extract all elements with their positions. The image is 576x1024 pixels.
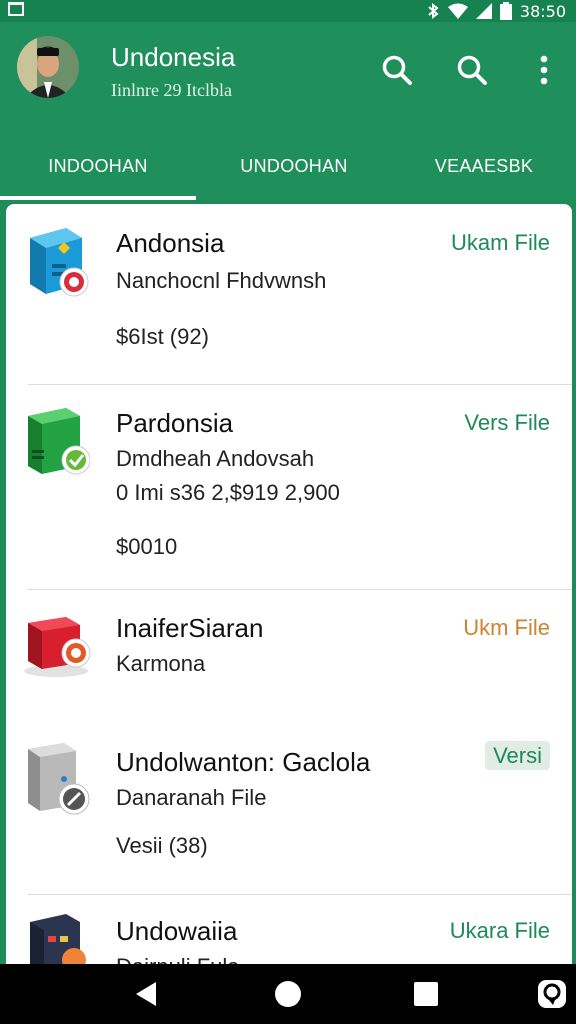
navigation-bar <box>0 964 576 1024</box>
avatar[interactable] <box>17 36 79 98</box>
status-icons: 38:50 <box>426 0 566 22</box>
tab-indoohan[interactable]: INDOOHAN <box>0 132 196 200</box>
list-item[interactable]: InaiferSiaran Karmona Ukm File <box>6 589 572 739</box>
tab-bar: INDOOHAN UNDOOHAN VEAAESBK <box>0 132 576 200</box>
item-meta: $0010 <box>116 534 178 559</box>
list-item[interactable]: Pardonsia Dmdheah Andovsah 0 Imi s36 2,$… <box>6 384 572 589</box>
item-subtitle: Karmona <box>116 651 206 676</box>
item-action-button[interactable]: Ukm File <box>463 615 550 641</box>
tab-veaaesbk[interactable]: VEAAESBK <box>392 132 576 200</box>
item-subtitle: Dmdheah Andovsah <box>116 446 315 471</box>
assistant-button[interactable] <box>536 978 568 1010</box>
gallery-icon <box>8 2 24 16</box>
green-box-app-icon <box>28 408 90 475</box>
item-title: Pardonsia <box>116 408 234 438</box>
avatar-person-icon <box>17 36 79 98</box>
wifi-icon <box>447 3 468 19</box>
divider <box>28 589 572 590</box>
bluetooth-icon <box>428 3 439 19</box>
search-button[interactable] <box>377 50 417 90</box>
recents-button[interactable] <box>410 978 442 1010</box>
app-subtitle: Iinlnre 29 Itclbla <box>111 80 232 100</box>
gray-device-app-icon <box>28 743 90 815</box>
home-button[interactable] <box>272 978 304 1010</box>
home-icon <box>275 981 301 1007</box>
list-item[interactable]: Undowaiia Dairnuli Fula Ukara File <box>6 894 572 964</box>
dark-box-app-icon <box>30 914 86 964</box>
status-bar: 38:50 <box>0 0 576 22</box>
item-action-button[interactable]: Ukara File <box>450 918 550 944</box>
red-box-app-icon <box>24 617 91 677</box>
recents-icon <box>414 982 438 1006</box>
item-action-button[interactable]: Ukam File <box>451 230 550 256</box>
app-bar: Undonesia Iinlnre 29 Itclbla <box>0 22 576 132</box>
item-title: Andonsia <box>116 228 225 258</box>
list-item[interactable]: Andonsia Nanchocnl Fhdvwnsh $6Ist (92) U… <box>6 204 572 384</box>
divider <box>28 384 572 385</box>
battery-icon <box>499 2 512 20</box>
search-button-secondary[interactable] <box>452 50 492 90</box>
status-time: 38:50 <box>519 1 566 21</box>
item-detail: 0 Imi s36 2,$919 2,900 <box>116 480 340 505</box>
item-subtitle: Danaranah File <box>116 785 267 810</box>
list-item[interactable]: Undolwanton: Gaclola Danaranah File Vesi… <box>6 739 572 894</box>
item-meta: $6Ist (92) <box>116 324 209 349</box>
item-action-label: Versi <box>485 741 550 770</box>
item-title: Undolwanton: Gaclola <box>116 747 371 777</box>
signal-icon <box>475 3 492 19</box>
blue-box-app-icon <box>30 228 89 297</box>
more-options-button[interactable] <box>524 50 564 90</box>
app-title: Undonesia <box>111 42 236 72</box>
search-icon <box>457 55 487 85</box>
back-icon <box>136 982 156 1006</box>
assistant-icon <box>538 980 566 1008</box>
tab-undoohan[interactable]: UNDOOHAN <box>196 132 392 200</box>
item-subtitle: Nanchocnl Fhdvwnsh <box>116 268 327 293</box>
item-title: Undowaiia <box>116 916 238 946</box>
divider <box>28 894 572 895</box>
back-button[interactable] <box>130 978 162 1010</box>
item-action-button[interactable]: Versi <box>485 741 550 770</box>
item-meta: Vesii (38) <box>116 833 208 858</box>
app-list: Andonsia Nanchocnl Fhdvwnsh $6Ist (92) U… <box>6 204 572 964</box>
search-icon <box>382 55 412 85</box>
item-action-button[interactable]: Vers File <box>464 410 550 436</box>
item-title: InaiferSiaran <box>116 613 264 643</box>
item-subtitle: Dairnuli Fula <box>116 954 240 964</box>
more-vert-icon <box>540 55 548 85</box>
